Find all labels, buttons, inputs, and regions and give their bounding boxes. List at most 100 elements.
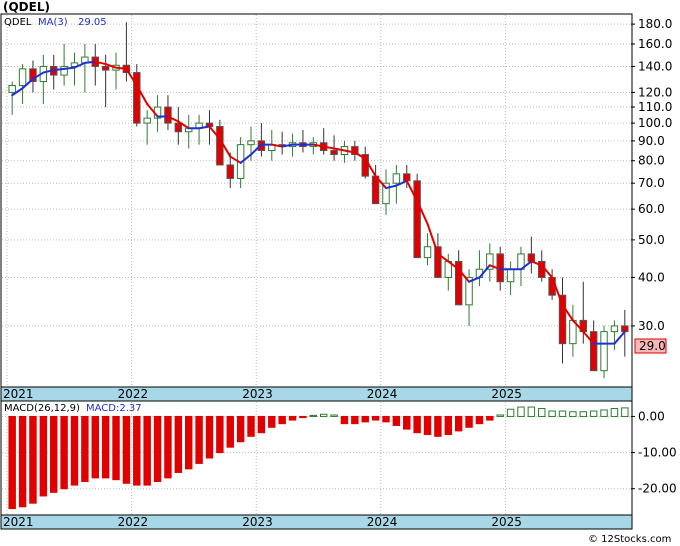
macd-bar [403,415,411,430]
macd-bar [112,415,120,481]
macd-bar [600,409,608,417]
price-y-tick-label: 90.0 [638,134,665,148]
macd-legend-value: MACD:2.37 [86,403,142,414]
macd-bar [538,408,546,417]
macd-bar [153,415,162,482]
macd-x-tick-label: 2023 [242,515,273,529]
macd-x-tick-label: 2025 [491,515,522,529]
price-legend-ticker: QDEL [4,17,32,28]
watermark: © 12Stocks.com [588,534,671,545]
candle-body [101,65,110,71]
macd-bar [351,415,359,425]
macd-bar [184,415,193,470]
candle-body [164,106,172,124]
macd-y-tick-label: -10.00 [638,446,677,460]
last-price-label: 29.0 [639,339,666,353]
macd-bar [288,415,297,421]
macd-y-tick-label: 0.00 [638,409,665,423]
macd-bar [371,415,380,421]
ma-segment [115,66,128,70]
macd-bar [527,406,536,417]
macd-bar [465,415,473,428]
macd-bar [569,411,577,417]
macd-bar [330,414,338,417]
macd-bar [101,415,110,479]
macd-bar [506,408,515,417]
macd-x-tick-label: 2022 [118,515,149,529]
price-y-tick-label: 30.0 [638,319,665,333]
macd-y-tick-label: -20.00 [638,482,677,496]
price-y-tick-label: 120.0 [638,85,672,99]
macd-bar [164,415,172,479]
macd-bar [548,410,556,417]
macd-bar [610,408,619,417]
macd-bar [133,415,141,486]
stock-chart: 30.0 40.0 50.0 60.0 70.0 80.0 90.0 100.0 110.012… [0,0,677,545]
macd-bar [413,415,421,434]
macd-bar [216,415,224,454]
price-x-tick-label: 2021 [3,387,34,401]
macd-x-axis-band [0,514,633,530]
macd-bar [122,415,131,484]
macd-bar [309,414,318,417]
price-y-tick-label: 100.0 [638,116,672,130]
price-y-tick-label: 180.0 [638,17,672,31]
macd-bar [29,415,37,504]
macd-bar [475,415,484,425]
price-y-tick-label: 70.0 [638,176,665,190]
macd-bar [8,415,16,510]
candle-body [226,164,234,179]
price-y-tick-label: 140.0 [638,59,672,73]
price-y-tick-label: 40.0 [638,270,665,284]
macd-bar [268,415,276,428]
candle-body [527,253,536,262]
macd-bar [195,415,203,464]
macd-bar [70,415,79,486]
macd-bar [50,415,58,493]
macd-bar [91,415,99,479]
macd-y-axis: 0.00 -10.00 -20.00 [631,409,677,496]
price-x-tick-label: 2025 [491,387,522,401]
macd-bar [205,415,214,459]
price-x-tick-label: 2023 [242,387,273,401]
candle-body [371,175,380,205]
macd-bar [81,415,89,482]
macd-bar [444,415,453,436]
candle-body [423,246,432,259]
price-y-tick-label: 110.0 [638,100,672,114]
macd-bar [143,415,151,486]
candle-body [174,122,183,133]
macd-bar [174,415,183,473]
price-x-tick-label: 2024 [367,387,398,401]
macd-bar [496,414,504,417]
ma-segment [83,60,97,64]
candle-body [600,331,608,372]
macd-bar [423,415,432,436]
macd-bar [589,410,598,417]
price-y-tick-label: 80.0 [638,154,665,168]
candle-body [403,173,411,182]
macd-bar [621,407,629,417]
chart-title: (QDEL) [3,0,50,14]
price-y-tick-label: 160.0 [638,37,672,51]
macd-bar [382,415,390,423]
macd-bar [434,415,442,437]
candle-body [392,173,401,184]
price-y-tick-label: 50.0 [638,233,665,247]
price-legend-ma-value: 29.05 [78,17,107,28]
candle-body [8,85,16,93]
macd-bar [517,406,525,417]
candle-body [589,331,598,372]
macd-bar [361,415,369,423]
candle-body [18,68,27,87]
macd-bar [236,415,245,443]
macd-bar [257,415,266,434]
macd-bar [558,410,567,417]
macd-bar [39,415,48,497]
price-legend-ma: MA(3) [38,17,68,28]
macd-bar [226,415,234,448]
ma-segment [52,67,66,72]
price-x-tick-label: 2022 [118,387,149,401]
candle-body [610,325,619,333]
price-y-tick-label: 60.0 [638,202,665,216]
